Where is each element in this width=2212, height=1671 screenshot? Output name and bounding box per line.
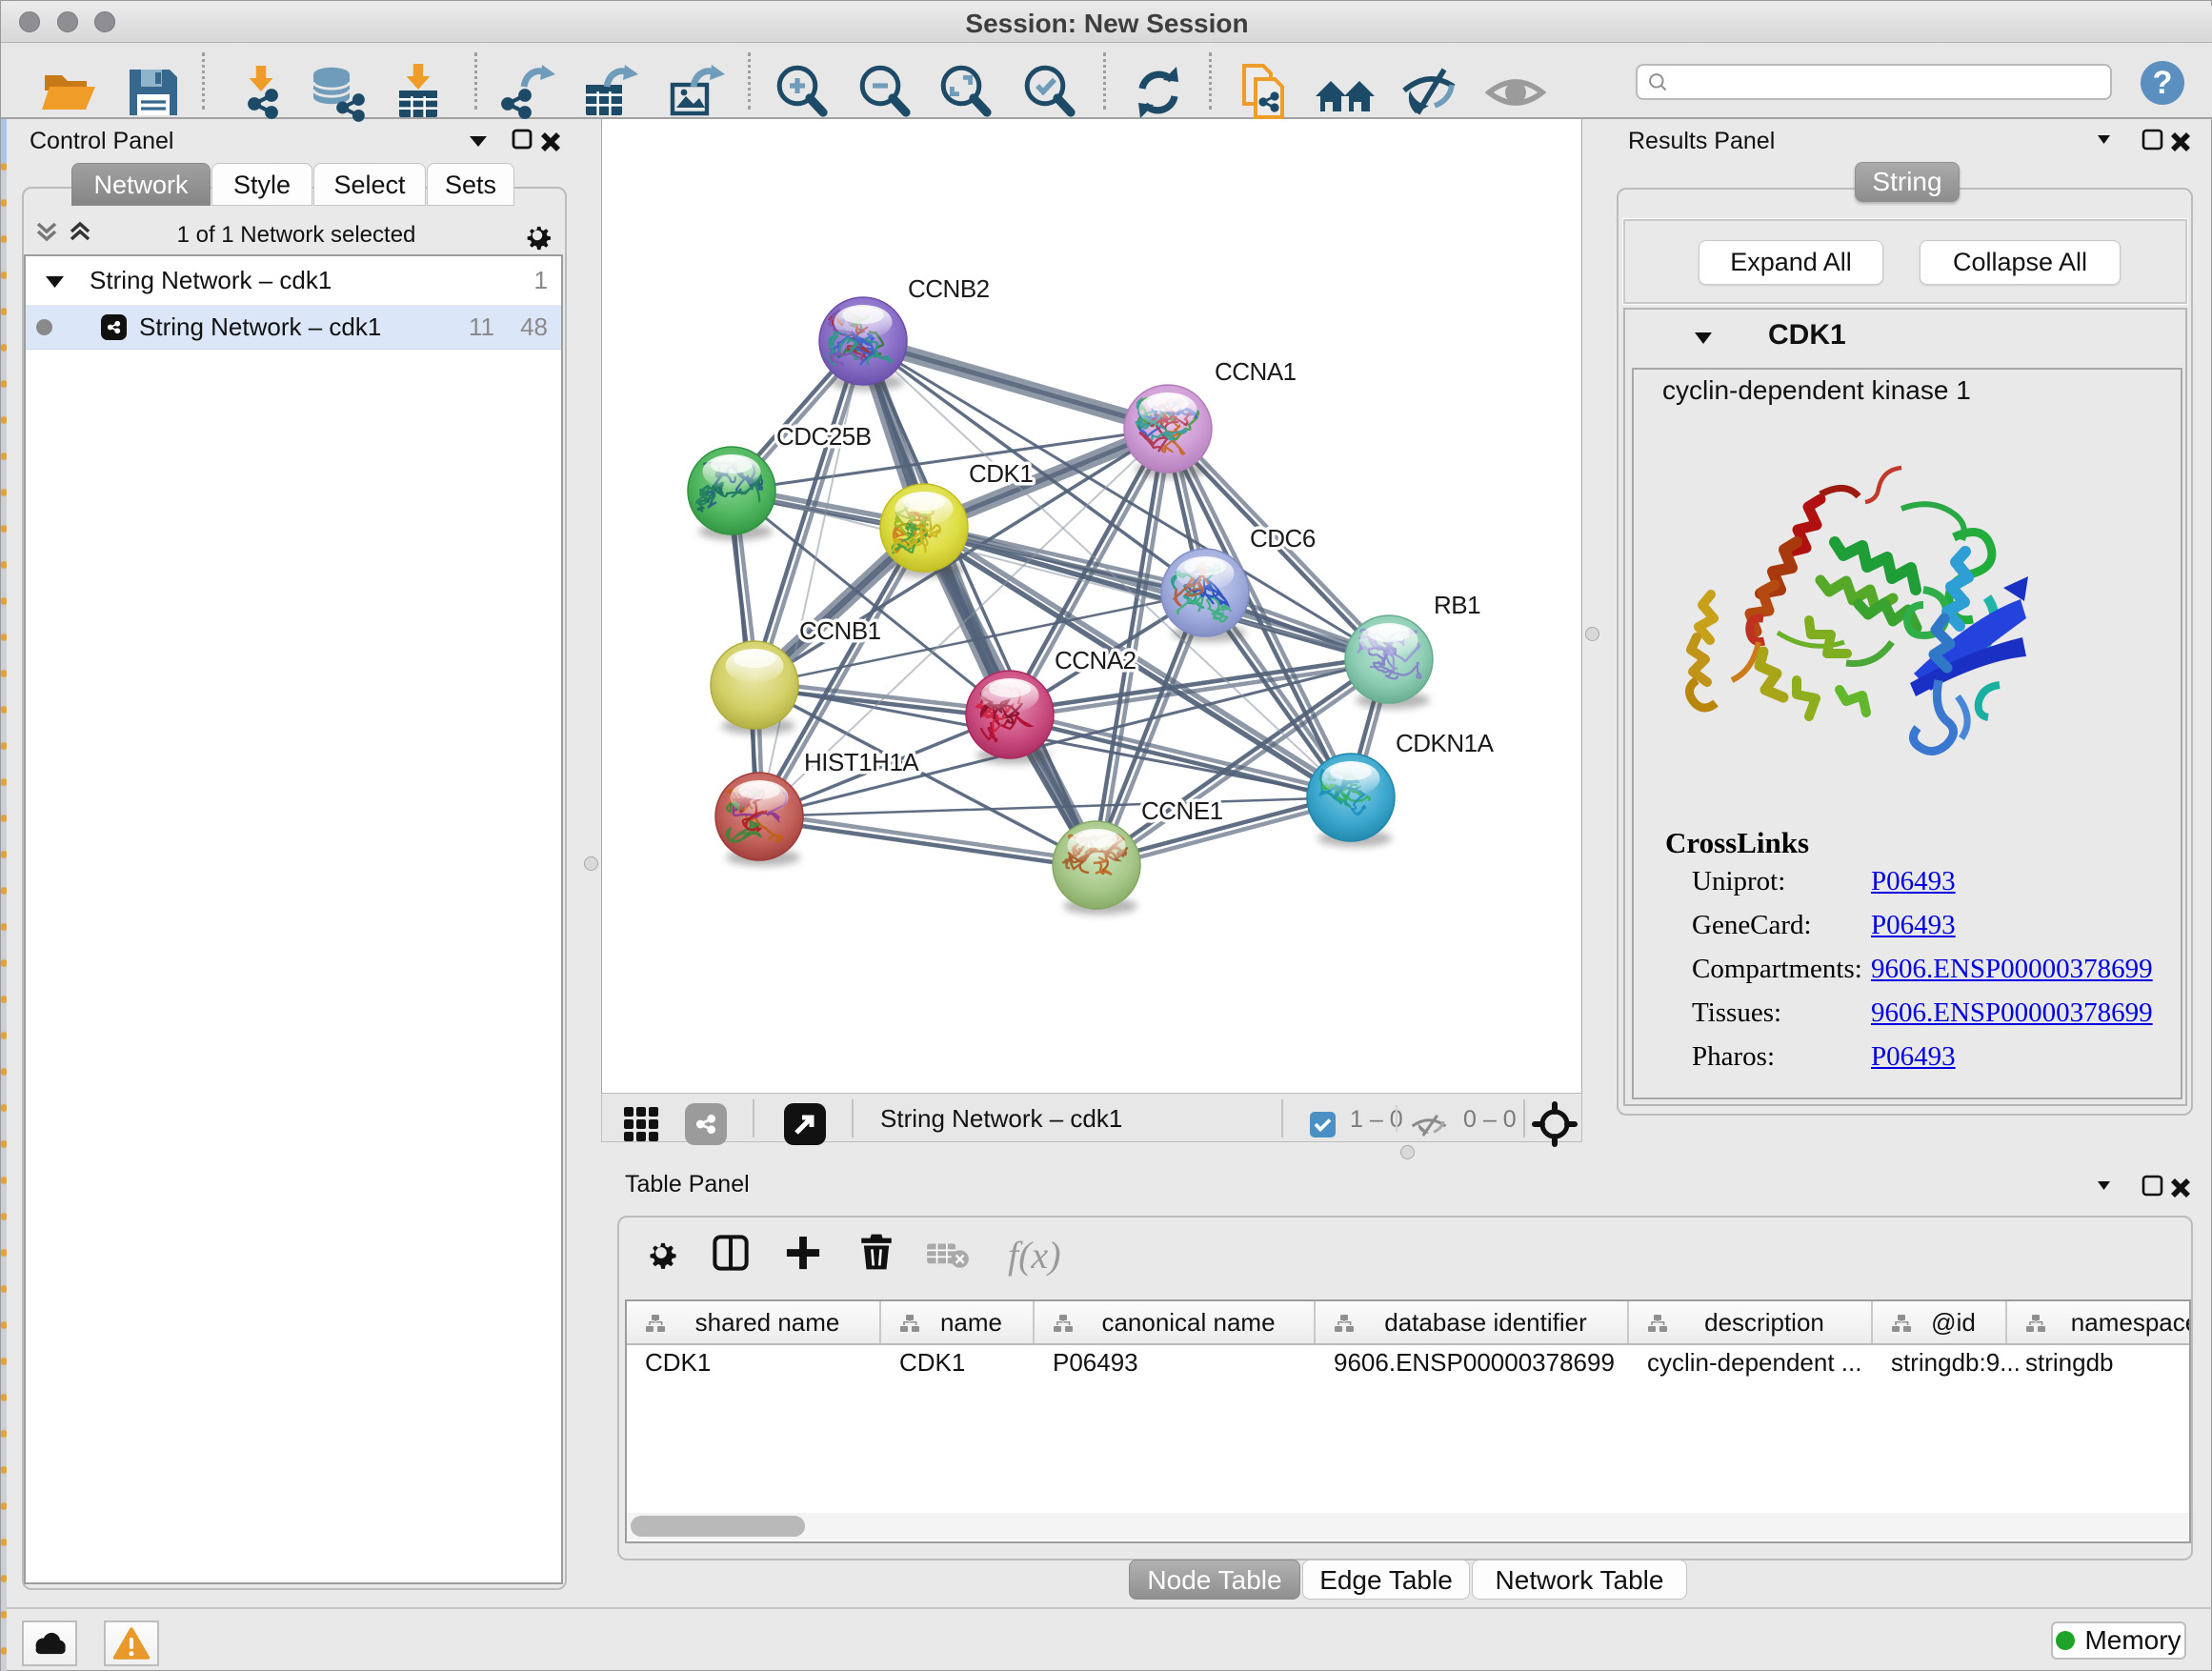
svg-text:CDC6: CDC6 [1250,524,1316,553]
svg-text:CDK1: CDK1 [969,459,1033,488]
svg-text:CCNA1: CCNA1 [1215,357,1297,386]
svg-text:CCNB2: CCNB2 [908,274,990,303]
svg-text:CCNA2: CCNA2 [1055,646,1136,674]
svg-text:CDKN1A: CDKN1A [1396,729,1495,757]
svg-text:CCNB1: CCNB1 [799,616,881,645]
svg-text:CCNE1: CCNE1 [1141,796,1223,825]
svg-text:HIST1H1A: HIST1H1A [804,748,919,776]
svg-text:CDC25B: CDC25B [776,422,872,451]
svg-text:RB1: RB1 [1434,591,1480,619]
